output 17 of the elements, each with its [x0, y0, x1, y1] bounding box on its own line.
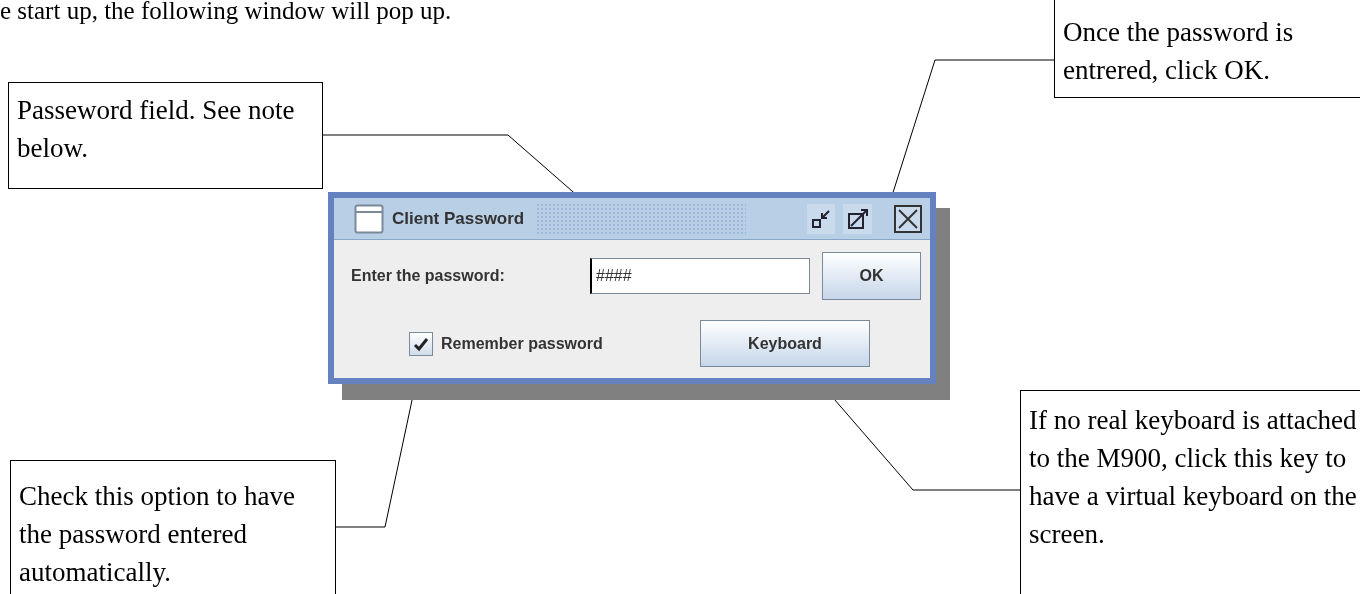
callout-box: If no real keyboard is attached to the M900, click this key to have a virtual keyboard on the screen.: [1020, 390, 1360, 594]
keyboard-button[interactable]: Keyboard: [700, 320, 870, 367]
ok-button[interactable]: OK: [822, 252, 921, 300]
close-button[interactable]: [894, 204, 922, 233]
remember-password-label[interactable]: Remember password: [441, 331, 700, 356]
callout-box: Passeword field. See note below.: [8, 82, 323, 189]
window-title: Client Password: [392, 207, 525, 230]
password-field[interactable]: ####: [590, 258, 810, 294]
remember-checkbox[interactable]: [409, 331, 433, 356]
window-icon: [354, 203, 384, 234]
callout-box: Once the password is entrered, click OK.: [1054, 0, 1360, 98]
intro-text: e start up, the following window will pop up.: [0, 0, 452, 26]
checkmark-icon: [413, 335, 429, 352]
callout-box: Check this option to have the password entered automatically.: [10, 460, 336, 594]
password-label: Enter the password:: [351, 266, 506, 286]
maximize-button[interactable]: [843, 203, 872, 234]
minimize-button[interactable]: [807, 203, 835, 234]
